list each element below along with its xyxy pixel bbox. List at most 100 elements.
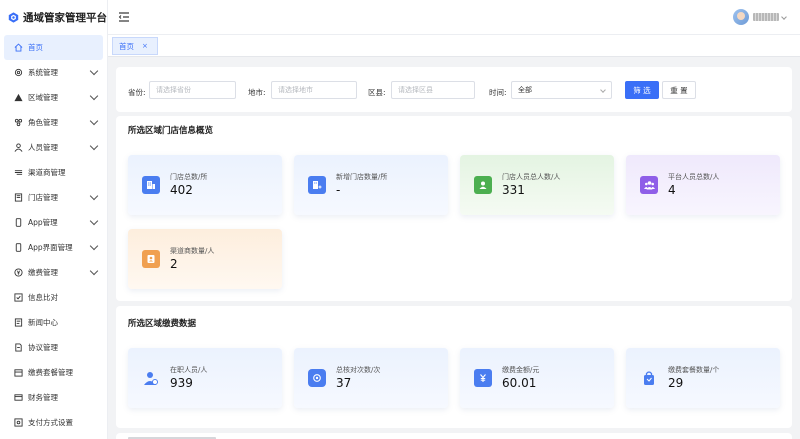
sidebar-item[interactable]: 系统管理 [0,60,107,85]
sidebar-item-label: 角色管理 [28,118,58,127]
building-icon [142,176,160,194]
stat-card-employees: 在职人员/人 939 [128,348,282,408]
sidebar-item[interactable]: 缴费管理 [0,260,107,285]
sidebar-item-label: 支付方式设置 [28,418,73,427]
close-icon[interactable]: × [142,42,148,50]
sidebar-item-label: 系统管理 [28,68,58,77]
chevron-down-icon [89,216,99,226]
sidebar-item[interactable]: 渠道商管理 [0,160,107,185]
bag-icon [640,369,658,387]
stat-label: 缴费套餐数量/个 [668,366,720,374]
sidebar-item[interactable]: 缴费套餐管理 [0,360,107,385]
province-placeholder: 请选择省份 [156,86,191,94]
stat-label: 缴费金额/元 [502,366,540,374]
logo-icon [8,12,19,23]
province-select[interactable]: 请选择省份 [149,81,236,99]
sidebar-item[interactable]: App界面管理 [0,235,107,260]
county-label: 区县: [368,88,386,97]
stat-label: 平台人员总数/人 [668,173,720,181]
contact-icon [142,250,160,268]
chevron-down-icon [89,116,99,126]
main-content: 省份: 请选择省份 地市: 请选择地市 区县: 请选择区县 时间: 全部 筛 选… [108,57,800,439]
chevron-down-icon [89,141,99,151]
top-bar [108,0,800,35]
stat-label: 门店总数/所 [170,173,208,181]
compare-icon [14,293,23,302]
chevron-down-icon [89,66,99,76]
sidebar-item-label: 缴费套餐管理 [28,368,73,377]
home-icon [14,43,23,52]
reset-button[interactable]: 重 置 [662,81,696,99]
stat-label: 新增门店数量/所 [336,173,388,181]
chevron-down-icon [89,241,99,251]
stat-value: 29 [668,376,684,390]
channel-icon [14,168,23,177]
phone-icon [14,243,23,252]
sidebar-item-label: 渠道商管理 [28,168,66,177]
city-select[interactable]: 请选择地市 [271,81,357,99]
sidebar-item[interactable]: 信息比对 [0,285,107,310]
stat-card-verify-count: 总核对次数/次 37 [294,348,448,408]
stat-value: 331 [502,183,525,197]
sidebar-item[interactable]: 新闻中心 [0,310,107,335]
stat-value: - [336,183,341,197]
tab-bar: 首页 × [108,35,800,57]
settings-icon [14,418,23,427]
sidebar-item[interactable]: 人员管理 [0,135,107,160]
stat-value: 60.01 [502,376,537,390]
group-icon [640,176,658,194]
avatar[interactable] [733,9,749,25]
sidebar-item-label: 人员管理 [28,143,58,152]
section-title: 所选区域缴费数据 [128,319,197,329]
city-placeholder: 请选择地市 [278,86,313,94]
employee-icon [142,369,160,387]
user-menu[interactable] [733,9,787,25]
time-value: 全部 [518,86,532,94]
sidebar-item[interactable]: 消息中心 [0,435,107,439]
filter-panel: 省份: 请选择省份 地市: 请选择地市 区县: 请选择区县 时间: 全部 筛 选… [116,67,792,112]
new-building-icon [308,176,326,194]
tab-label: 首页 [119,41,134,51]
sidebar-item-label: 缴费管理 [28,268,58,277]
sidebar-item-label: 门店管理 [28,193,58,202]
document-icon [14,343,23,352]
staff-icon [474,176,492,194]
province-label: 省份: [128,88,146,97]
stat-label: 门店人员总人数/人 [502,173,561,181]
role-icon [14,118,23,127]
stat-label: 在职人员/人 [170,366,208,374]
sidebar-item[interactable]: App管理 [0,210,107,235]
sidebar-item[interactable]: 角色管理 [0,110,107,135]
city-label: 地市: [248,88,266,97]
next-section-partial [116,433,792,439]
sidebar-item[interactable]: 首页 [4,35,103,60]
filter-button[interactable]: 筛 选 [625,81,659,99]
phone-icon [14,218,23,227]
sidebar-item-label: App界面管理 [28,243,73,252]
sidebar: 通域管家管理平台 首页 系统管理 区域管理 角色管理 人员管理 渠道商管理 门店管理 App管… [0,0,108,439]
verify-icon [308,369,326,387]
menu-fold-icon[interactable] [118,11,130,23]
time-select[interactable]: 全部 [511,81,612,99]
sidebar-item-label: 协议管理 [28,343,58,352]
stat-card-platform-staff: 平台人员总数/人 4 [626,155,780,215]
finance-icon [14,393,23,402]
sidebar-item-label: 区域管理 [28,93,58,102]
sidebar-item-label: 信息比对 [28,293,58,302]
chevron-down-icon [89,91,99,101]
username-blurred [753,13,779,21]
gear-icon [14,68,23,77]
sidebar-menu: 首页系统管理区域管理角色管理人员管理渠道商管理门店管理 App管理 App界面管理缴… [0,35,107,439]
county-select[interactable]: 请选择区县 [391,81,475,99]
sidebar-item[interactable]: 协议管理 [0,335,107,360]
time-label: 时间: [489,88,507,97]
stat-card-store-staff: 门店人员总人数/人 331 [460,155,614,215]
triangle-icon [14,93,23,102]
chevron-down-icon [89,266,99,276]
stat-card-store-total: 门店总数/所 402 [128,155,282,215]
sidebar-item[interactable]: 门店管理 [0,185,107,210]
sidebar-item[interactable]: 支付方式设置 [0,410,107,435]
tab-home[interactable]: 首页 × [112,37,158,55]
sidebar-item[interactable]: 区域管理 [0,85,107,110]
sidebar-item[interactable]: 财务管理 [0,385,107,410]
